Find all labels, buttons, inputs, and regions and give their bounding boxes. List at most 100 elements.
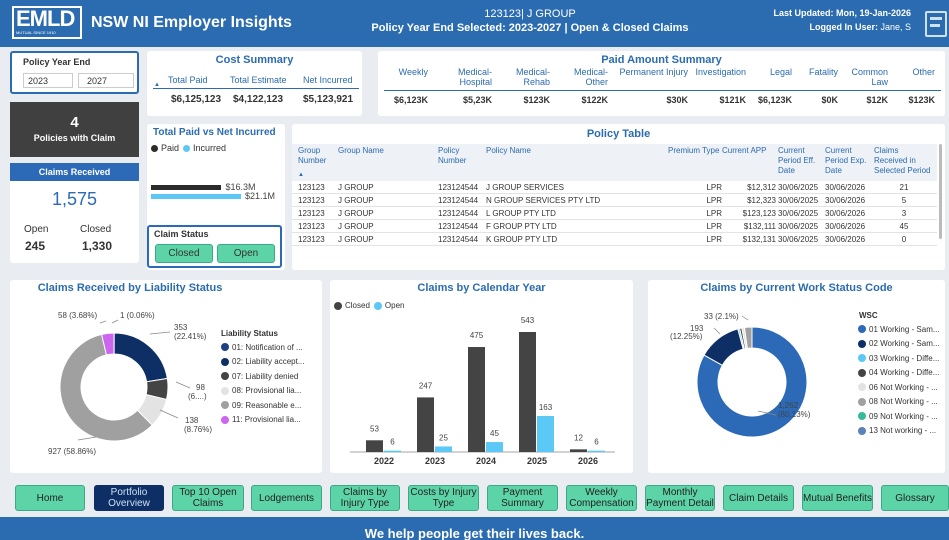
policy-header-3[interactable]: Policy Name bbox=[486, 146, 666, 156]
table-sort-icon[interactable]: ▲ bbox=[298, 172, 304, 178]
claims-received-label: Claims Received bbox=[10, 163, 139, 181]
closed-value-label: 543 bbox=[521, 316, 535, 325]
liability-legend-item[interactable]: 02: Liability accept... bbox=[221, 355, 321, 370]
policy-header-7[interactable]: Current Period Exp. Date bbox=[825, 146, 874, 176]
policy-header-2[interactable]: Policy Number bbox=[438, 146, 486, 166]
wsc-legend-item[interactable]: 13 Not working - ... bbox=[858, 424, 944, 439]
table-cell: 30/06/2025 bbox=[778, 183, 819, 192]
nav-top10-open-claims-button[interactable]: Top 10 Open Claims bbox=[172, 485, 244, 511]
table-row[interactable]: 123123 J GROUP 123124544 L GROUP PTY LTD LPR… bbox=[292, 207, 937, 220]
liability-legend-item[interactable]: 01: Notification of ... bbox=[221, 340, 321, 355]
nav-payment-summary-button[interactable]: Payment Summary bbox=[487, 485, 558, 511]
nav-portfolio-overview-button[interactable]: Portfolio Overview bbox=[94, 485, 164, 511]
liability-legend-item[interactable]: 09: Reasonable e... bbox=[221, 398, 321, 413]
policy-year-filter: Policy Year End 2023 2027 bbox=[10, 51, 139, 94]
logged-in-user-text: Logged In User: Jane, S bbox=[809, 22, 911, 32]
wsc-legend-item[interactable]: 02 Working - Sam... bbox=[858, 337, 944, 352]
nav-claims-by-injury-button[interactable]: Claims by Injury Type bbox=[330, 485, 400, 511]
nav-claim-details-button[interactable]: Claim Details bbox=[723, 485, 794, 511]
year-to-input[interactable]: 2027 bbox=[78, 73, 134, 88]
table-cell: $12,323 bbox=[747, 196, 776, 205]
table-cell: LPR bbox=[706, 196, 722, 205]
liability-data-label: 1 (0.06%) bbox=[120, 311, 155, 320]
paid-legend-dot bbox=[151, 144, 158, 152]
sort-asc-icon[interactable]: ▲ bbox=[154, 82, 160, 88]
paid-header-8: Common Law bbox=[851, 67, 888, 87]
open-bar[interactable] bbox=[588, 450, 605, 452]
table-row[interactable]: 123123 J GROUP 123124544 K GROUP PTY LTD LPR… bbox=[292, 233, 937, 246]
policy-header-1[interactable]: Group Name bbox=[338, 146, 438, 156]
open-button[interactable]: Open bbox=[217, 244, 275, 263]
table-cell: $132,131 bbox=[742, 235, 776, 244]
donut-slice[interactable] bbox=[113, 332, 168, 383]
liability-legend-item[interactable]: 11: Provisional lia... bbox=[221, 413, 321, 428]
nav-mutual-benefits-button[interactable]: Mutual Benefits bbox=[802, 485, 873, 511]
wsc-legend-item[interactable]: 08 Not Working - ... bbox=[858, 395, 944, 410]
wsc-legend-item[interactable]: 04 Working - Diffe... bbox=[858, 366, 944, 381]
legend-dot bbox=[221, 386, 229, 395]
paid-value-6: $6,123K bbox=[757, 95, 792, 105]
open-bar[interactable] bbox=[486, 442, 503, 452]
policy-year-filter-title: Policy Year End bbox=[23, 57, 91, 67]
table-scrollbar[interactable] bbox=[939, 144, 942, 239]
nav-costs-by-injury-button[interactable]: Costs by Injury Type bbox=[408, 485, 479, 511]
closed-value-label: 12 bbox=[574, 433, 583, 442]
paid-summary-title: Paid Amount Summary bbox=[601, 54, 722, 66]
policy-header-4[interactable]: Premium Type bbox=[668, 146, 722, 156]
open-bar[interactable] bbox=[537, 415, 554, 452]
table-cell: 123124544 bbox=[438, 196, 479, 205]
legend-label: 01: Notification of ... bbox=[232, 342, 303, 352]
incurred-bar[interactable] bbox=[151, 194, 241, 199]
table-row[interactable]: 123123 J GROUP 123124544 F GROUP PTY LTD LPR… bbox=[292, 220, 937, 233]
policy-header-5[interactable]: Current APP bbox=[722, 146, 776, 156]
table-cell: 30/06/2026 bbox=[825, 209, 866, 218]
policy-header-8[interactable]: Claims Received in Selected Period bbox=[874, 146, 934, 176]
nav-home-button[interactable]: Home bbox=[15, 485, 85, 511]
liability-data-label: 58 (3.68%) bbox=[58, 311, 97, 320]
wsc-legend-item[interactable]: 06 Not Working - ... bbox=[858, 380, 944, 395]
nav-glossary-button[interactable]: Glossary bbox=[881, 485, 949, 511]
liability-legend-item[interactable]: 08: Provisional lia... bbox=[221, 384, 321, 399]
cost-summary-title: Cost Summary bbox=[215, 54, 294, 66]
closed-bar[interactable] bbox=[366, 440, 383, 452]
closed-bar[interactable] bbox=[519, 332, 536, 452]
table-row[interactable]: 123123 J GROUP 123124544 J GROUP SERVICES LP… bbox=[292, 181, 937, 194]
legend-label: 02: Liability accept... bbox=[232, 357, 305, 367]
nav-weekly-compensation-button[interactable]: Weekly Compensation bbox=[566, 485, 637, 511]
liability-legend: 01: Notification of ... 02: Liability acc… bbox=[221, 340, 321, 427]
paid-bar[interactable] bbox=[151, 185, 221, 190]
open-bar[interactable] bbox=[435, 446, 452, 452]
policy-table-title: Policy Table bbox=[586, 128, 651, 140]
liability-legend-item[interactable]: 07: Liability denied bbox=[221, 369, 321, 384]
closed-bar[interactable] bbox=[417, 397, 434, 452]
table-cell: LPR bbox=[706, 235, 722, 244]
wsc-legend-item[interactable]: 01 Working - Sam... bbox=[858, 322, 944, 337]
paid-value-3: $122K bbox=[581, 95, 608, 105]
wsc-legend-item[interactable]: 03 Working - Diffe... bbox=[858, 351, 944, 366]
paid-value-5: $121K bbox=[719, 95, 746, 105]
closed-button[interactable]: Closed bbox=[155, 244, 213, 263]
nav-lodgements-button[interactable]: Lodgements bbox=[251, 485, 322, 511]
year-from-input[interactable]: 2023 bbox=[23, 73, 73, 88]
wsc-legend-item[interactable]: 09 Not Working - ... bbox=[858, 409, 944, 424]
claim-status-title: Claim Status bbox=[154, 229, 209, 239]
report-menu-icon[interactable] bbox=[925, 11, 947, 37]
table-cell: J GROUP bbox=[338, 209, 374, 218]
open-bar[interactable] bbox=[384, 450, 401, 452]
table-row[interactable]: 123123 J GROUP 123124544 N GROUP SERVICES P… bbox=[292, 194, 937, 207]
policy-header-0[interactable]: Group Number bbox=[298, 146, 338, 166]
paid-value-8: $12K bbox=[866, 95, 888, 105]
year-tick-label: 2023 bbox=[425, 456, 445, 466]
legend-dot bbox=[858, 426, 866, 435]
legend-label: 13 Not working - ... bbox=[869, 426, 937, 436]
incurred-legend-label: Incurred bbox=[193, 143, 227, 153]
table-cell: 30/06/2025 bbox=[778, 222, 819, 231]
policy-table-panel: Policy Table Group Number Group Name Polic… bbox=[292, 124, 945, 270]
policy-header-6[interactable]: Current Period Eff. Date bbox=[778, 146, 825, 176]
closed-bar[interactable] bbox=[468, 347, 485, 452]
open-value-label: 45 bbox=[490, 429, 499, 438]
nav-monthly-payment-button[interactable]: Monthly Payment Detail bbox=[645, 485, 715, 511]
legend-dot bbox=[858, 383, 866, 392]
closed-bar[interactable] bbox=[570, 449, 587, 452]
table-cell: K GROUP PTY LTD bbox=[486, 235, 558, 244]
